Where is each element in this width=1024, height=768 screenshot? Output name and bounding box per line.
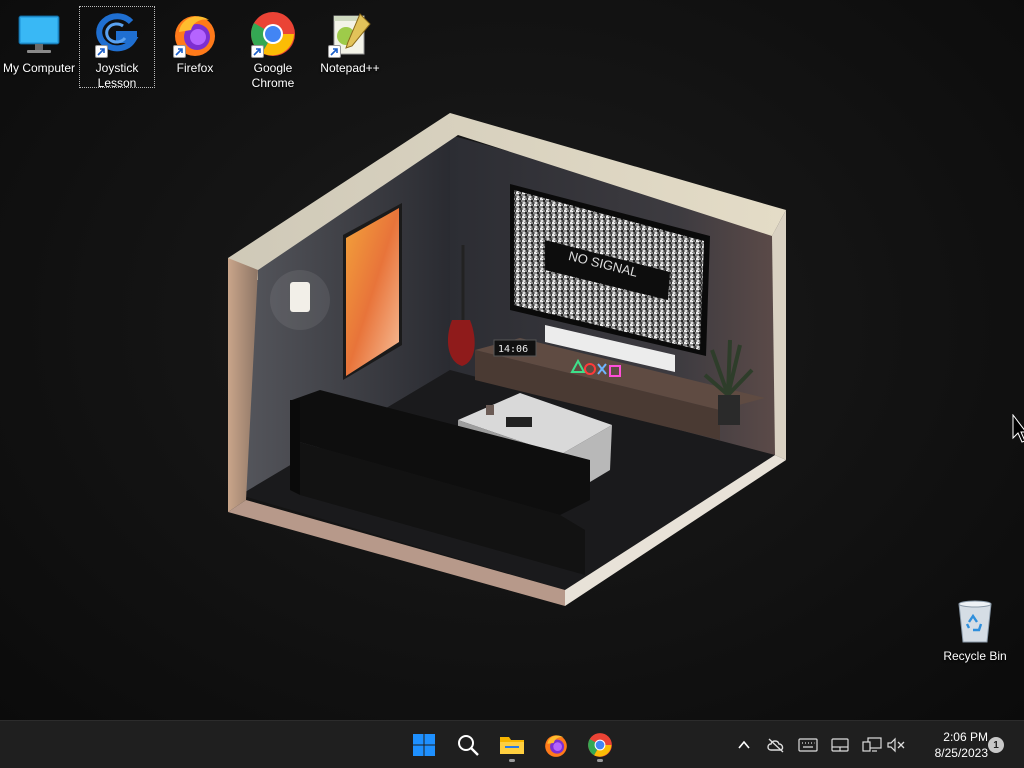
desktop-icon-recycle-bin[interactable]: Recycle Bin [937, 594, 1013, 664]
g-logo-icon [93, 10, 141, 58]
shortcut-arrow-icon [328, 45, 341, 58]
start-icon [413, 734, 435, 756]
taskbar: 2:06 PM 8/25/2023 1 [0, 720, 1024, 768]
shortcut-arrow-icon [251, 45, 264, 58]
wallpaper-clock-text: 14:06 [498, 344, 528, 355]
search-button[interactable] [450, 727, 486, 763]
wallpaper-image: NO SIGNAL 14:06 [228, 113, 786, 606]
shortcut-arrow-icon [95, 45, 108, 58]
notepadpp-icon [326, 10, 374, 58]
cloud-offline-icon [767, 738, 784, 753]
monitor-icon [15, 10, 63, 58]
taskbar-chrome[interactable] [582, 727, 618, 763]
volume-button[interactable] [884, 733, 908, 757]
desktop-icon-joystick-lesson[interactable]: Joystick Lesson [79, 6, 155, 90]
network-icon [862, 737, 882, 752]
onedrive-status[interactable] [764, 733, 788, 757]
file-explorer-icon [500, 737, 524, 754]
chrome-icon [588, 733, 612, 757]
network-button[interactable] [860, 733, 884, 757]
chevron-up-icon [738, 740, 750, 749]
volume-muted-icon [887, 737, 905, 753]
touch-keyboard-button[interactable] [796, 733, 820, 757]
notification-badge[interactable]: 1 [988, 737, 1004, 753]
desktop-icon-notepadpp[interactable]: Notepad++ [312, 6, 388, 76]
touchpad-button[interactable] [828, 733, 852, 757]
running-indicator [509, 759, 515, 762]
clock-time: 2:06 PM [943, 730, 988, 744]
mouse-cursor-icon [1012, 414, 1024, 443]
running-indicator [597, 759, 603, 762]
touchpad-icon [831, 738, 849, 752]
shortcut-arrow-icon [173, 45, 186, 58]
show-hidden-icons-button[interactable] [732, 733, 756, 757]
keyboard-icon [798, 738, 818, 752]
desktop-icon-google-chrome[interactable]: Google Chrome [235, 6, 311, 91]
recycle-bin-icon [951, 598, 999, 646]
taskbar-clock[interactable]: 2:06 PM 8/25/2023 [914, 729, 988, 761]
firefox-icon [171, 10, 219, 58]
firefox-icon [545, 735, 567, 757]
clock-date: 8/25/2023 [934, 746, 988, 760]
taskbar-firefox[interactable] [538, 727, 574, 763]
desktop-icon-my-computer[interactable]: My Computer [1, 6, 77, 76]
desktop[interactable]: NO SIGNAL 14:06 My Computer Joystick Les… [0, 0, 1024, 720]
start-button[interactable] [406, 727, 442, 763]
desktop-icon-firefox[interactable]: Firefox [157, 6, 233, 76]
chrome-icon [249, 10, 297, 58]
search-icon [458, 735, 479, 756]
taskbar-file-explorer[interactable] [494, 727, 530, 763]
